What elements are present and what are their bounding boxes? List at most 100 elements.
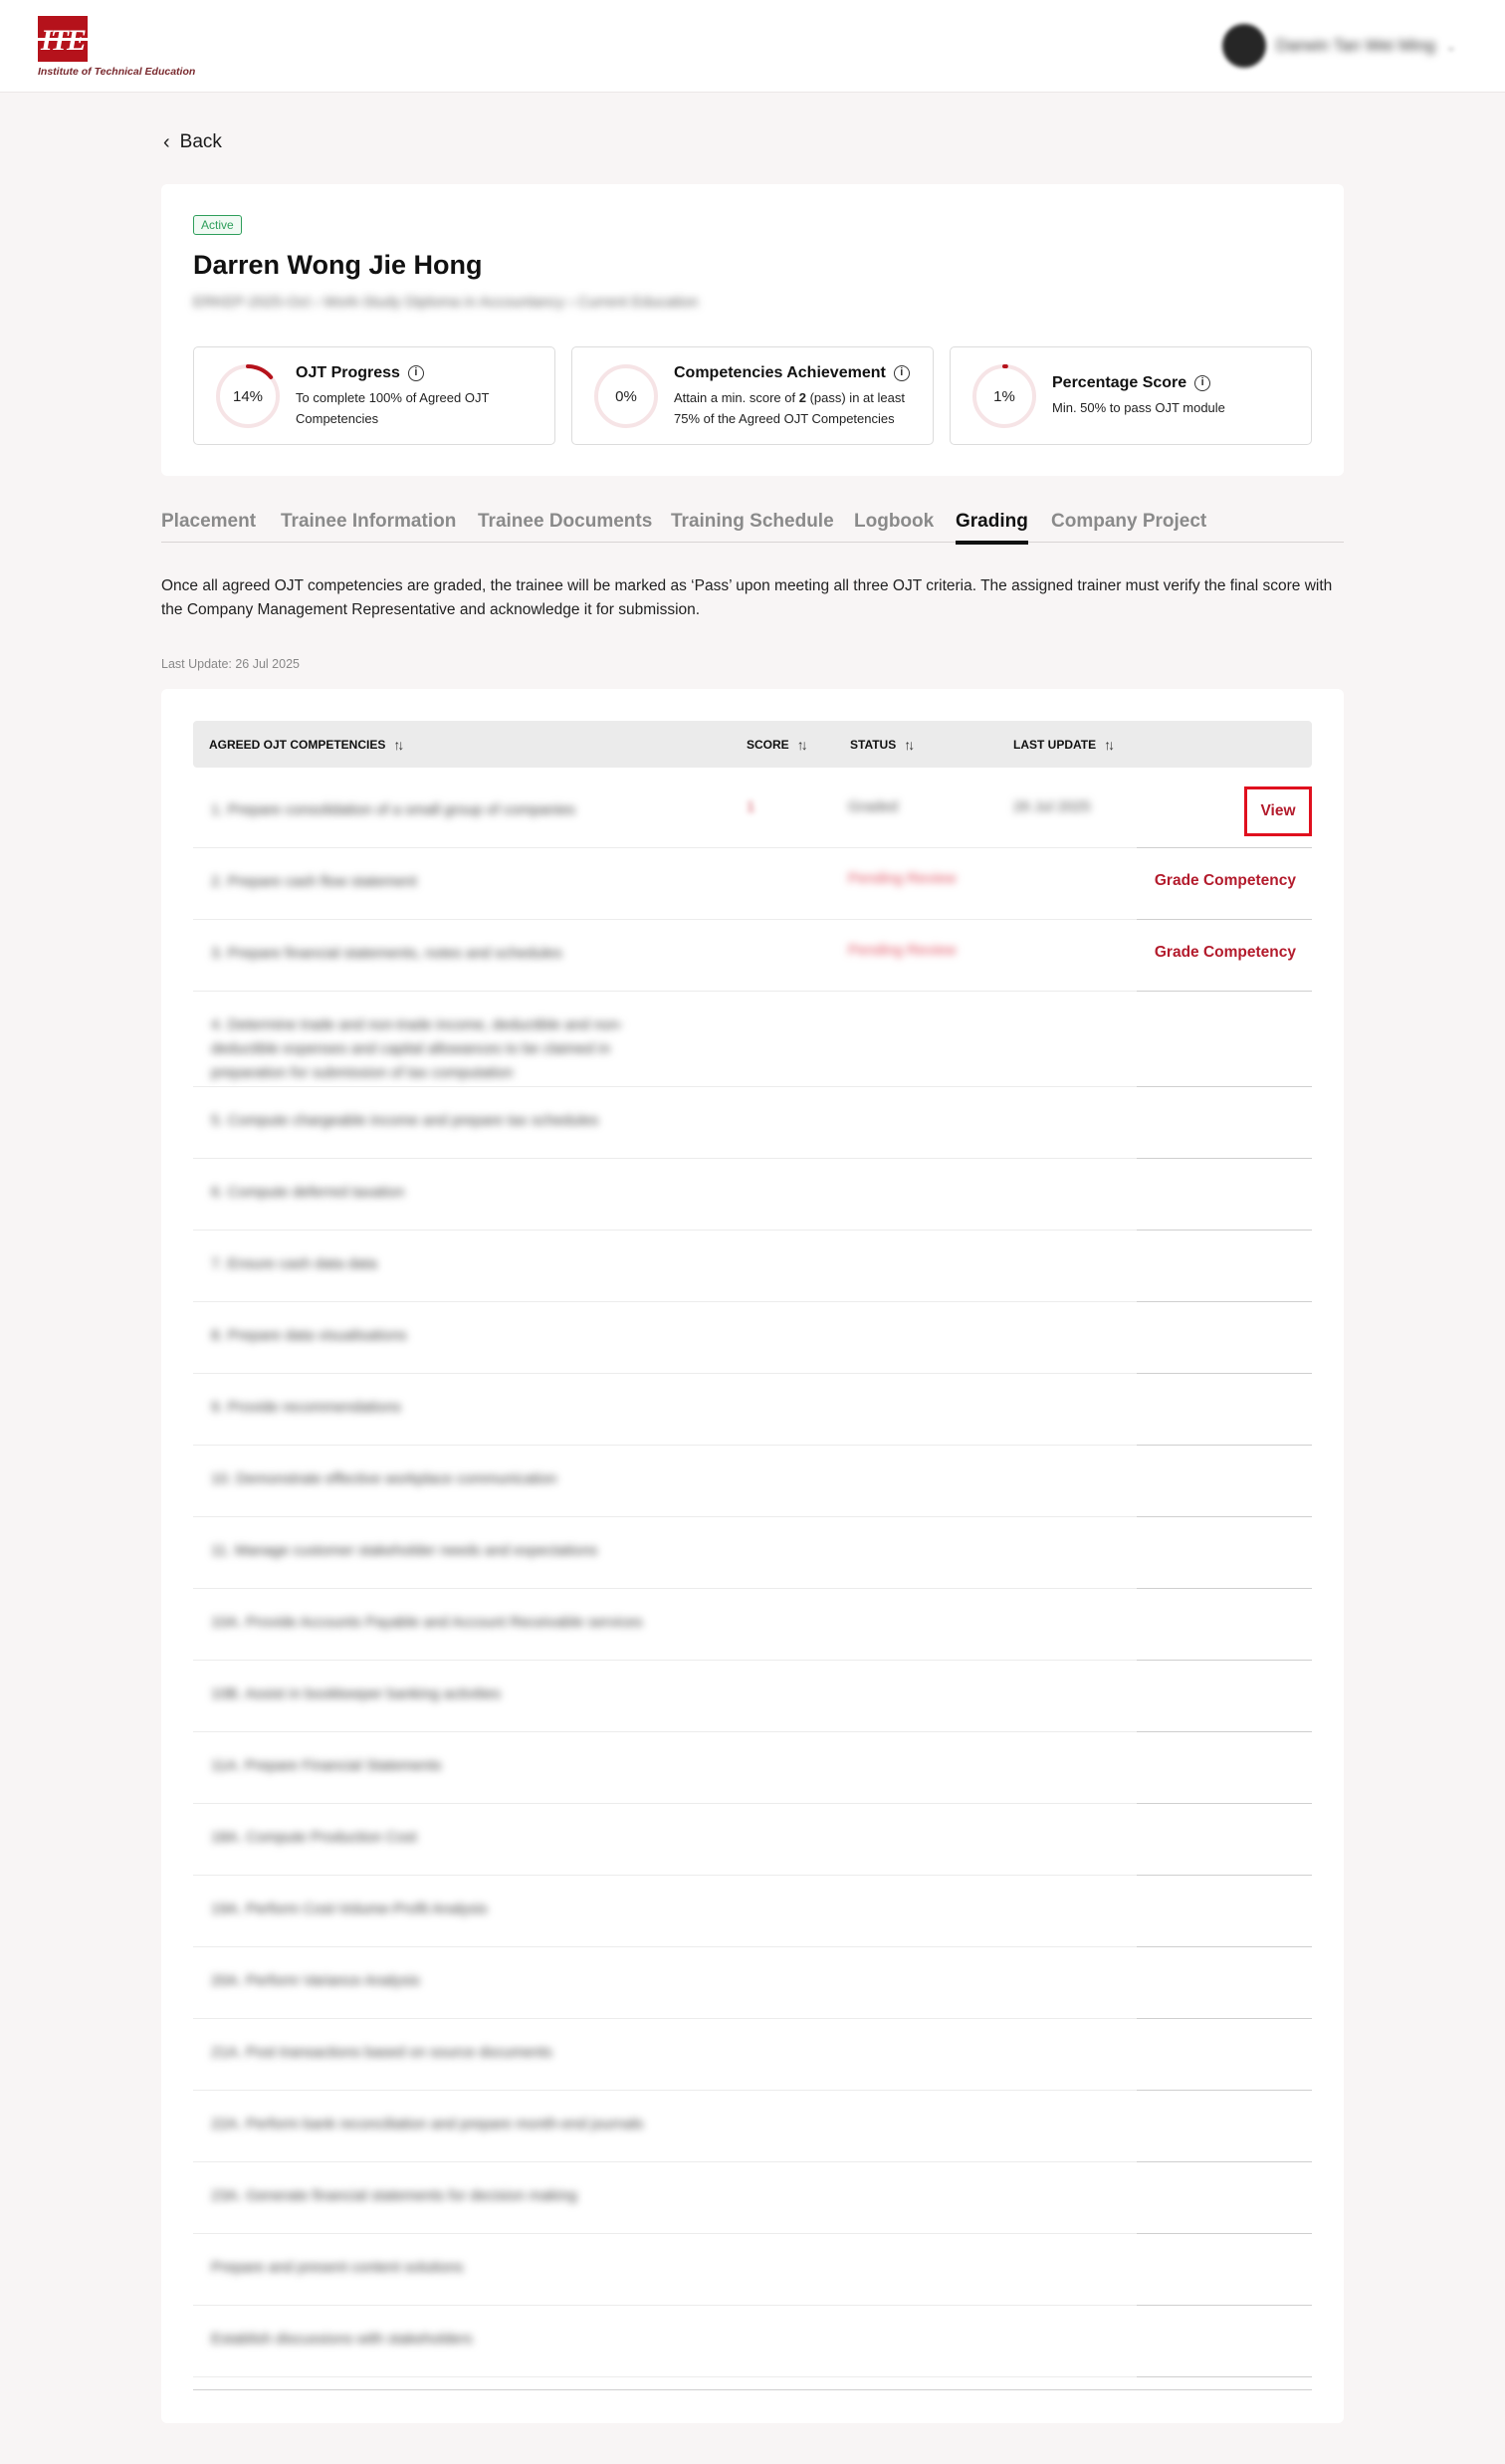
competency-cell: 1. Prepare consolidation of a small grou…	[211, 801, 576, 818]
competency-cell: 10. Demonstrate effective workplace comm…	[211, 1470, 557, 1487]
competency-cell: 9. Provide recommendations	[211, 1399, 401, 1416]
grade-competency-button[interactable]: Grade Competency	[1155, 944, 1296, 962]
user-menu[interactable]: Darwin Tan Wei Ming ⌄	[1222, 24, 1457, 68]
info-icon[interactable]: i	[893, 365, 910, 381]
status-badge: Active	[193, 215, 242, 235]
table-row: 9. Provide recommendations	[193, 1374, 1312, 1446]
table-row: 22A. Perform bank reconciliation and pre…	[193, 2091, 1312, 2162]
ojt-progress-title: OJT Progress i	[296, 364, 424, 382]
score-cell: 1	[747, 798, 755, 815]
grading-intro-text: Once all agreed OJT competencies are gra…	[161, 577, 1333, 618]
row-divider-action	[1137, 2376, 1312, 2377]
status-cell: Graded	[848, 798, 899, 815]
table-row: Prepare and present content solutions	[193, 2234, 1312, 2306]
table-row: 1. Prepare consolidation of a small grou…	[193, 777, 1312, 848]
competency-cell: 21A. Post transactions based on source d…	[211, 2044, 552, 2061]
tab-training-schedule[interactable]: Training Schedule	[671, 511, 834, 533]
table-row: 2. Prepare cash flow statement Pending Re…	[193, 848, 1312, 920]
logo-mark: ITE	[38, 16, 88, 62]
competencies-achievement-title: Competencies Achievement i	[674, 364, 910, 382]
column-header-status[interactable]: STATUS ↑↓	[850, 737, 915, 753]
percentage-score-title: Percentage Score i	[1052, 374, 1211, 392]
table-row: 23A. Generate financial statements for d…	[193, 2162, 1312, 2234]
avatar	[1222, 24, 1266, 68]
table-row: 5. Compute chargeable income and prepare…	[193, 1087, 1312, 1159]
user-name: Darwin Tan Wei Ming	[1276, 36, 1435, 55]
table-row: 11A. Prepare Financial Statements	[193, 1732, 1312, 1804]
table-row: 20A. Perform Variance Analysis	[193, 1947, 1312, 2019]
table-bottom-divider	[193, 2389, 1312, 2390]
tab-logbook[interactable]: Logbook	[854, 511, 934, 533]
last-update-text: Last Update: 26 Jul 2025	[161, 657, 300, 671]
table-row: 10B. Assist in bookkeeper banking activi…	[193, 1661, 1312, 1732]
table-row: 4. Determine trade and non-trade income,…	[193, 992, 1312, 1087]
info-icon[interactable]: i	[407, 365, 424, 381]
trainee-profile-card: Active Darren Wong Jie Hong ERKEP-2025-O…	[161, 184, 1344, 476]
info-icon[interactable]: i	[1194, 375, 1211, 391]
competency-cell: 7. Ensure cash data data	[211, 1255, 377, 1272]
table-row: 10A. Provide Accounts Payable and Accoun…	[193, 1589, 1312, 1661]
status-cell: Pending Review	[848, 870, 957, 887]
table-row: 8. Prepare data visualisations	[193, 1302, 1312, 1374]
competency-cell: 23A. Generate financial statements for d…	[211, 2187, 577, 2204]
competency-cell: 4. Determine trade and non-trade income,…	[211, 1016, 624, 1081]
logo-text: Institute of Technical Education	[38, 66, 196, 78]
ite-logo[interactable]: ITE Institute of Technical Education	[38, 16, 195, 78]
competency-cell: 10B. Assist in bookkeeper banking activi…	[211, 1685, 501, 1702]
back-link[interactable]: ‹ Back	[163, 131, 222, 153]
table-row: 18A. Compute Production Cost	[193, 1804, 1312, 1876]
table-row: 6. Compute deferred taxation	[193, 1159, 1312, 1231]
column-header-competencies[interactable]: AGREED OJT COMPETENCIES ↑↓	[209, 737, 404, 753]
ojt-progress-value: 14%	[232, 387, 264, 405]
competency-cell: 5. Compute chargeable income and prepare…	[211, 1112, 599, 1129]
column-header-score[interactable]: SCORE ↑↓	[747, 737, 808, 753]
grade-competency-button[interactable]: Grade Competency	[1155, 872, 1296, 890]
table-row: 3. Prepare financial statements, notes a…	[193, 920, 1312, 992]
percentage-score-value: 1%	[993, 387, 1015, 405]
trainee-name: Darren Wong Jie Hong	[193, 250, 483, 280]
competency-cell: 2. Prepare cash flow statement	[211, 873, 417, 890]
trainee-course-info: ERKEP-2025-Oct › Work-Study Diploma in A…	[193, 294, 699, 311]
competency-cell: Prepare and present content solutions	[211, 2259, 464, 2276]
tab-company-project[interactable]: Company Project	[1051, 511, 1206, 533]
competency-cell: 18A. Compute Production Cost	[211, 1829, 417, 1846]
chevron-down-icon: ⌄	[1445, 37, 1457, 54]
tab-trainee-information[interactable]: Trainee Information	[281, 511, 456, 533]
competency-cell: 11. Manage customer stakeholder needs an…	[211, 1542, 598, 1559]
status-cell: Pending Review	[848, 942, 957, 959]
competencies-achievement-card: 0% Competencies Achievement i Attain a mi…	[571, 346, 934, 445]
row-divider	[193, 2376, 1137, 2377]
percentage-score-desc: Min. 50% to pass OJT module	[1052, 400, 1225, 415]
tab-trainee-documents[interactable]: Trainee Documents	[478, 511, 652, 533]
top-bar: ITE Institute of Technical Education Dar…	[0, 0, 1505, 93]
table-row: Establish discussions with stakeholders	[193, 2306, 1312, 2377]
sort-icon[interactable]: ↑↓	[393, 737, 404, 753]
table-row: 7. Ensure cash data data	[193, 1231, 1312, 1302]
sort-icon[interactable]: ↑↓	[1104, 737, 1115, 753]
competency-cell: 6. Compute deferred taxation	[211, 1184, 405, 1201]
competency-cell: 8. Prepare data visualisations	[211, 1327, 407, 1344]
competencies-achievement-desc: Attain a min. score of 2 (pass) in at le…	[674, 390, 905, 426]
sort-icon[interactable]: ↑↓	[904, 737, 915, 753]
sort-icon[interactable]: ↑↓	[797, 737, 808, 753]
table-row: 21A. Post transactions based on source d…	[193, 2019, 1312, 2091]
competency-cell: 22A. Perform bank reconciliation and pre…	[211, 2116, 644, 2132]
ojt-progress-card: 14% OJT Progress i To complete 100% of Ag…	[193, 346, 555, 445]
competency-cell: 11A. Prepare Financial Statements	[211, 1757, 442, 1774]
competencies-table: AGREED OJT COMPETENCIES ↑↓ SCORE ↑↓ STATUS…	[161, 689, 1344, 2423]
competency-cell: 3. Prepare financial statements, notes a…	[211, 945, 562, 962]
tab-grading[interactable]: Grading	[956, 511, 1028, 545]
back-label: Back	[179, 131, 222, 152]
tab-placement[interactable]: Placement	[161, 511, 256, 533]
competencies-achievement-value: 0%	[615, 387, 637, 405]
last-update-cell: 26 Jul 2025	[1013, 798, 1091, 815]
view-button[interactable]: View	[1244, 786, 1312, 836]
percentage-score-card: 1% Percentage Score i Min. 50% to pass OJ…	[950, 346, 1312, 445]
column-header-last-update[interactable]: LAST UPDATE ↑↓	[1013, 737, 1115, 753]
competency-cell: 19A. Perform Cost-Volume-Profit Analysis	[211, 1901, 488, 1917]
chevron-left-icon: ‹	[163, 131, 170, 153]
competency-cell: Establish discussions with stakeholders	[211, 2331, 473, 2348]
tab-bar: Placement Trainee Information Trainee Do…	[161, 508, 1344, 545]
competency-cell: 10A. Provide Accounts Payable and Accoun…	[211, 1614, 643, 1631]
table-row: 19A. Perform Cost-Volume-Profit Analysis	[193, 1876, 1312, 1947]
